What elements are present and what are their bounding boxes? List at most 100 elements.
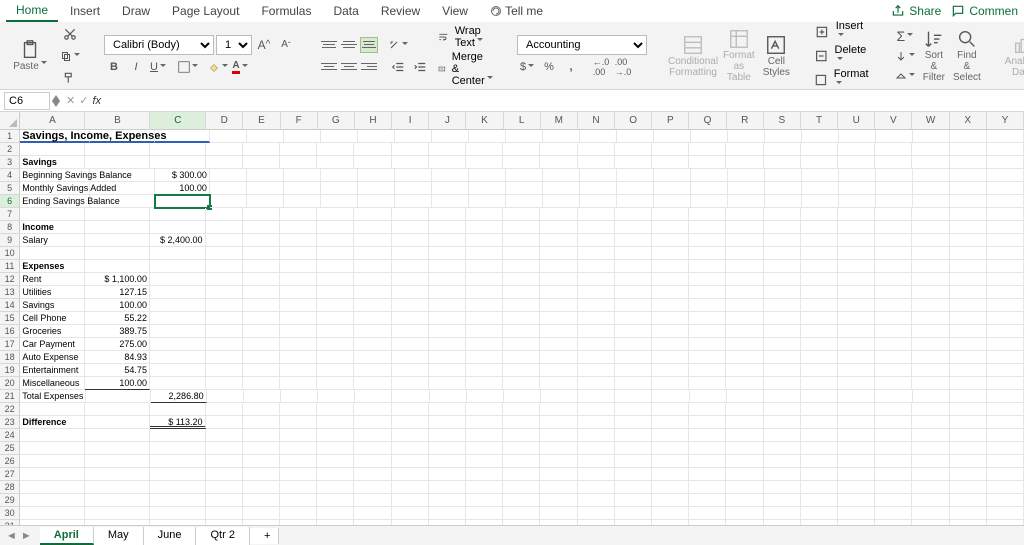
cell[interactable]	[726, 299, 763, 312]
cell[interactable]	[85, 442, 150, 455]
cell[interactable]	[652, 455, 689, 468]
cell[interactable]	[206, 351, 243, 364]
formula-input[interactable]	[107, 92, 1024, 110]
cell[interactable]	[950, 507, 987, 520]
cell[interactable]	[652, 468, 689, 481]
cell[interactable]	[354, 325, 391, 338]
cell[interactable]	[392, 234, 429, 247]
cell[interactable]	[392, 481, 429, 494]
cell[interactable]	[950, 351, 987, 364]
cell[interactable]	[689, 143, 726, 156]
cell[interactable]	[726, 455, 763, 468]
cell[interactable]	[950, 520, 987, 525]
cell[interactable]: Car Payment	[20, 338, 85, 351]
cell[interactable]	[726, 364, 763, 377]
border-button[interactable]	[178, 57, 198, 77]
cell[interactable]	[206, 247, 243, 260]
cell[interactable]	[801, 156, 838, 169]
cell[interactable]	[765, 130, 802, 143]
cell[interactable]	[543, 182, 580, 195]
col-header[interactable]: B	[85, 112, 150, 130]
cell[interactable]	[429, 208, 466, 221]
cell[interactable]	[206, 338, 243, 351]
cell[interactable]	[764, 338, 801, 351]
row-header[interactable]: 16	[0, 325, 20, 338]
format-cells-button[interactable]: Format	[814, 68, 871, 92]
cell[interactable]: 275.00	[85, 338, 150, 351]
cell[interactable]	[280, 351, 317, 364]
cell[interactable]	[20, 455, 85, 468]
cell[interactable]	[85, 221, 150, 234]
cell[interactable]	[243, 260, 280, 273]
cell[interactable]	[912, 377, 949, 390]
cell[interactable]	[615, 390, 652, 403]
cell[interactable]	[652, 325, 689, 338]
cell[interactable]	[280, 520, 317, 525]
cell[interactable]	[726, 286, 763, 299]
cell[interactable]	[764, 325, 801, 338]
cell[interactable]	[280, 221, 317, 234]
cell[interactable]	[838, 247, 875, 260]
cell[interactable]	[987, 351, 1024, 364]
cell[interactable]	[726, 312, 763, 325]
cell[interactable]	[429, 481, 466, 494]
cell[interactable]	[392, 494, 429, 507]
cell[interactable]	[466, 286, 503, 299]
cell[interactable]	[652, 273, 689, 286]
cell[interactable]	[429, 234, 466, 247]
cell[interactable]	[875, 390, 912, 403]
cell[interactable]	[615, 260, 652, 273]
cell[interactable]	[354, 416, 391, 429]
cell[interactable]	[726, 325, 763, 338]
cell[interactable]	[950, 468, 987, 481]
cell[interactable]	[541, 390, 578, 403]
cell[interactable]	[429, 312, 466, 325]
cell[interactable]	[615, 325, 652, 338]
cell[interactable]	[875, 494, 912, 507]
cell[interactable]	[90, 130, 154, 143]
cell[interactable]	[875, 221, 912, 234]
cell[interactable]	[392, 338, 429, 351]
cell[interactable]	[429, 377, 466, 390]
cell[interactable]	[466, 247, 503, 260]
wrap-text-button[interactable]: Wrap Text	[438, 25, 493, 49]
cell[interactable]	[726, 247, 763, 260]
cell[interactable]	[764, 221, 801, 234]
copy-icon[interactable]	[60, 46, 80, 66]
cell[interactable]	[689, 325, 726, 338]
cell[interactable]	[392, 377, 429, 390]
cell[interactable]	[689, 520, 726, 525]
cell[interactable]	[689, 208, 726, 221]
cell[interactable]	[838, 403, 875, 416]
cell[interactable]	[354, 208, 391, 221]
cell[interactable]	[875, 273, 912, 286]
cell[interactable]	[689, 260, 726, 273]
cell[interactable]	[392, 455, 429, 468]
cell[interactable]	[466, 403, 503, 416]
cell[interactable]	[466, 442, 503, 455]
row-header[interactable]: 1	[0, 130, 20, 143]
cell[interactable]	[150, 299, 206, 312]
cell[interactable]	[540, 364, 577, 377]
cell[interactable]	[764, 455, 801, 468]
cell[interactable]	[652, 260, 689, 273]
cell[interactable]	[506, 182, 543, 195]
cell[interactable]	[875, 403, 912, 416]
cell[interactable]	[578, 156, 615, 169]
cell[interactable]	[726, 338, 763, 351]
cell[interactable]	[321, 130, 358, 143]
cell[interactable]	[726, 481, 763, 494]
cell[interactable]	[987, 234, 1024, 247]
cell[interactable]	[689, 507, 726, 520]
cell[interactable]	[578, 273, 615, 286]
cell[interactable]	[875, 468, 912, 481]
tab-home[interactable]: Home	[6, 0, 58, 22]
cell[interactable]	[540, 234, 577, 247]
cell[interactable]	[615, 455, 652, 468]
cell[interactable]	[243, 208, 280, 221]
cell[interactable]	[395, 169, 432, 182]
cell[interactable]	[466, 494, 503, 507]
cell[interactable]	[503, 507, 540, 520]
cell[interactable]	[802, 195, 839, 208]
cell[interactable]	[764, 260, 801, 273]
